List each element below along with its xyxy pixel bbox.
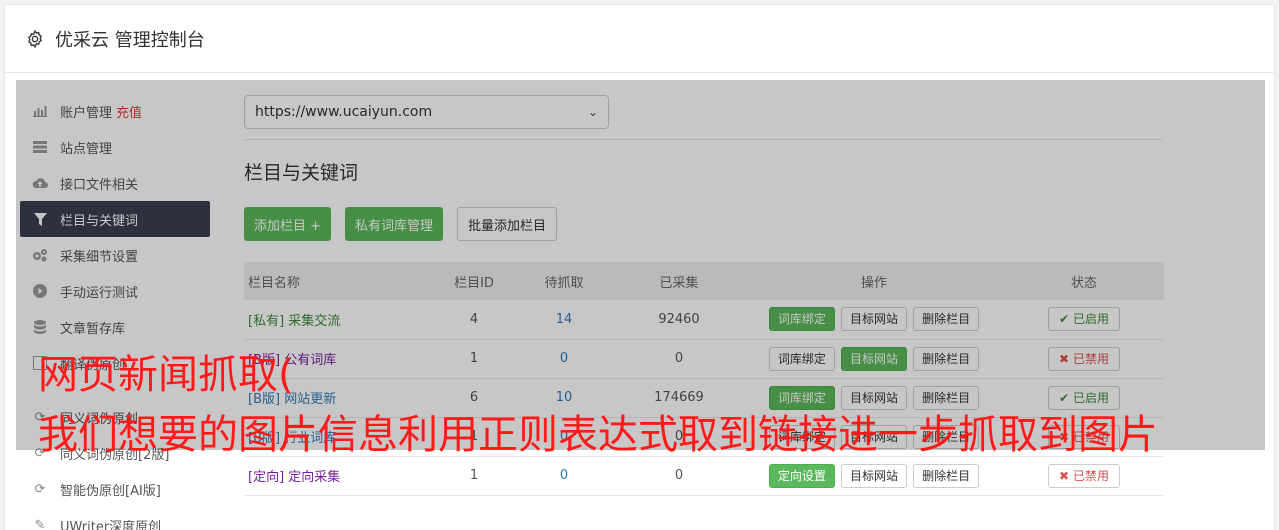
chevron-down-icon: ⌄ bbox=[587, 105, 598, 119]
filter-icon bbox=[32, 211, 48, 227]
page-title: 优采云 管理控制台 bbox=[55, 29, 205, 51]
bind-lib-button[interactable]: 词库绑定 bbox=[768, 346, 835, 371]
target-site-button[interactable]: 目标网站 bbox=[840, 307, 907, 332]
divider bbox=[244, 139, 1162, 140]
sidebar-item-label: 文章暂存库 bbox=[60, 321, 126, 337]
content-area: 账户管理 充值 站点管理 接口文件相关 栏目与关键词 采集细节设置 手动运行测试… bbox=[12, 76, 1261, 530]
add-column-button[interactable]: 添加栏目 + bbox=[244, 207, 332, 241]
table-row: [B版] 公有词库 1 0 0 词库绑定 目标网站 删除栏目 ✖ 已禁用 bbox=[244, 339, 1164, 378]
status-toggle[interactable]: ✔ 已启用 bbox=[1048, 307, 1120, 332]
collected-count: 0 bbox=[674, 468, 684, 483]
pending-count[interactable]: 0 bbox=[514, 339, 614, 378]
pending-count[interactable]: 14 bbox=[514, 300, 614, 339]
site-select[interactable]: https://www.ucaiyun.com ⌄ bbox=[244, 95, 609, 129]
sidebar-item-label: UWriter深度原创 bbox=[60, 519, 162, 530]
target-site-button[interactable]: 目标网站 bbox=[840, 346, 907, 371]
actions-cell: 定向设置 目标网站 删除栏目 bbox=[744, 456, 1004, 495]
sidebar-item-collect-settings[interactable]: 采集细节设置 bbox=[20, 237, 210, 273]
sidebar: 账户管理 充值 站点管理 接口文件相关 栏目与关键词 采集细节设置 手动运行测试… bbox=[20, 76, 210, 530]
delete-column-button[interactable]: 删除栏目 bbox=[913, 346, 980, 371]
status-cell: ✔ 已启用 bbox=[1004, 300, 1164, 339]
column-name: 采集交流 bbox=[288, 313, 341, 329]
delete-column-button[interactable]: 删除栏目 bbox=[913, 307, 980, 332]
column-id: 4 bbox=[469, 311, 479, 327]
col-header-status: 状态 bbox=[1070, 275, 1097, 291]
server-icon bbox=[32, 139, 48, 155]
column-id: 1 bbox=[469, 468, 479, 483]
column-tag: [私有] bbox=[248, 313, 285, 329]
sidebar-item-columns[interactable]: 栏目与关键词 bbox=[20, 201, 210, 237]
actions-cell: 词库绑定 目标网站 删除栏目 bbox=[744, 300, 1004, 339]
bind-lib-button[interactable]: 词库绑定 bbox=[768, 307, 835, 332]
refresh-icon: ⟳ bbox=[34, 481, 46, 497]
status-label: 已禁用 bbox=[1072, 351, 1109, 366]
delete-column-button[interactable]: 删除栏目 bbox=[913, 463, 980, 488]
sidebar-item-account[interactable]: 账户管理 充值 bbox=[20, 93, 210, 129]
pending-count[interactable]: 0 bbox=[514, 456, 614, 495]
cogs-icon bbox=[32, 247, 48, 263]
sidebar-item-label: 手动运行测试 bbox=[60, 285, 139, 301]
sidebar-item-ai-rewrite[interactable]: ⟳ 智能伪原创[AI版] bbox=[20, 471, 210, 507]
sidebar-item-manual-run[interactable]: 手动运行测试 bbox=[20, 273, 210, 309]
table-row: [私有] 采集交流 4 14 92460 词库绑定 目标网站 删除栏目 ✔ 已启… bbox=[244, 300, 1164, 339]
column-name-cell[interactable]: [私有] 采集交流 bbox=[244, 300, 434, 339]
status-label: 已启用 bbox=[1072, 312, 1109, 327]
cloud-upload-icon bbox=[32, 175, 48, 191]
check-icon: ✔ bbox=[1059, 312, 1070, 327]
sidebar-item-label: 栏目与关键词 bbox=[60, 213, 139, 229]
close-icon: ✖ bbox=[1059, 351, 1070, 366]
status-cell: ✖ 已禁用 bbox=[1004, 456, 1164, 495]
col-header-actions: 操作 bbox=[860, 275, 887, 291]
status-cell: ✖ 已禁用 bbox=[1004, 339, 1164, 378]
target-site-button[interactable]: 目标网站 bbox=[840, 463, 907, 488]
sidebar-item-sites[interactable]: 站点管理 bbox=[20, 129, 210, 165]
sidebar-item-interface[interactable]: 接口文件相关 bbox=[20, 165, 210, 201]
column-name: 定向采集 bbox=[288, 470, 341, 485]
column-tag: [定向] bbox=[248, 470, 285, 485]
bar-chart-icon bbox=[32, 103, 48, 119]
sidebar-item-article-store[interactable]: 文章暂存库 bbox=[20, 309, 210, 345]
section-title: 栏目与关键词 bbox=[244, 162, 359, 184]
collected-count: 0 bbox=[674, 351, 684, 366]
directed-settings-button[interactable]: 定向设置 bbox=[768, 463, 835, 488]
status-toggle[interactable]: ✖ 已禁用 bbox=[1048, 346, 1120, 371]
action-buttons: 添加栏目 + 私有词库管理 批量添加栏目 bbox=[244, 207, 1181, 241]
status-label: 已禁用 bbox=[1072, 468, 1109, 483]
caption-line-2: 我们想要的图片信息利用正则表达式取到链接进一步抓取到图片 bbox=[38, 412, 1158, 458]
columns-table: 栏目名称 栏目ID 待抓取 已采集 操作 状态 [私有] 采集交流 4 14 9… bbox=[244, 262, 1164, 496]
status-toggle[interactable]: ✖ 已禁用 bbox=[1048, 463, 1120, 488]
sidebar-item-uwriter[interactable]: ✎ UWriter深度原创 bbox=[20, 507, 210, 530]
recharge-link[interactable]: 充值 bbox=[116, 102, 142, 121]
col-header-pending: 待抓取 bbox=[544, 275, 584, 291]
table-header-row: 栏目名称 栏目ID 待抓取 已采集 操作 状态 bbox=[244, 262, 1164, 300]
batch-add-button[interactable]: 批量添加栏目 bbox=[457, 207, 558, 241]
sidebar-item-label: 账户管理 bbox=[60, 105, 113, 121]
close-icon: ✖ bbox=[1059, 468, 1070, 483]
column-name-cell[interactable]: [定向] 定向采集 bbox=[244, 456, 434, 495]
col-header-id: 栏目ID bbox=[454, 275, 494, 291]
collected-count: 92460 bbox=[658, 311, 700, 327]
sidebar-item-label: 接口文件相关 bbox=[60, 177, 139, 193]
table-row: [定向] 定向采集 1 0 0 定向设置 目标网站 删除栏目 ✖ 已禁用 bbox=[244, 456, 1164, 495]
column-id: 1 bbox=[469, 351, 479, 366]
top-bar: 优采云 管理控制台 bbox=[5, 5, 1274, 73]
site-select-value: https://www.ucaiyun.com bbox=[255, 104, 433, 120]
sidebar-item-label: 采集细节设置 bbox=[60, 249, 139, 265]
database-icon bbox=[32, 319, 48, 335]
private-lib-button[interactable]: 私有词库管理 bbox=[345, 207, 444, 241]
gear-icon bbox=[27, 29, 43, 48]
col-header-name: 栏目名称 bbox=[248, 275, 301, 291]
col-header-collected: 已采集 bbox=[659, 275, 699, 291]
edit-icon: ✎ bbox=[34, 517, 46, 530]
sidebar-item-label: 站点管理 bbox=[60, 141, 113, 157]
caption-line-1: 网页新闻抓取( bbox=[38, 352, 294, 398]
sidebar-item-label: 智能伪原创[AI版] bbox=[60, 483, 161, 499]
actions-cell: 词库绑定 目标网站 删除栏目 bbox=[744, 339, 1004, 378]
play-circle-icon bbox=[32, 283, 48, 299]
